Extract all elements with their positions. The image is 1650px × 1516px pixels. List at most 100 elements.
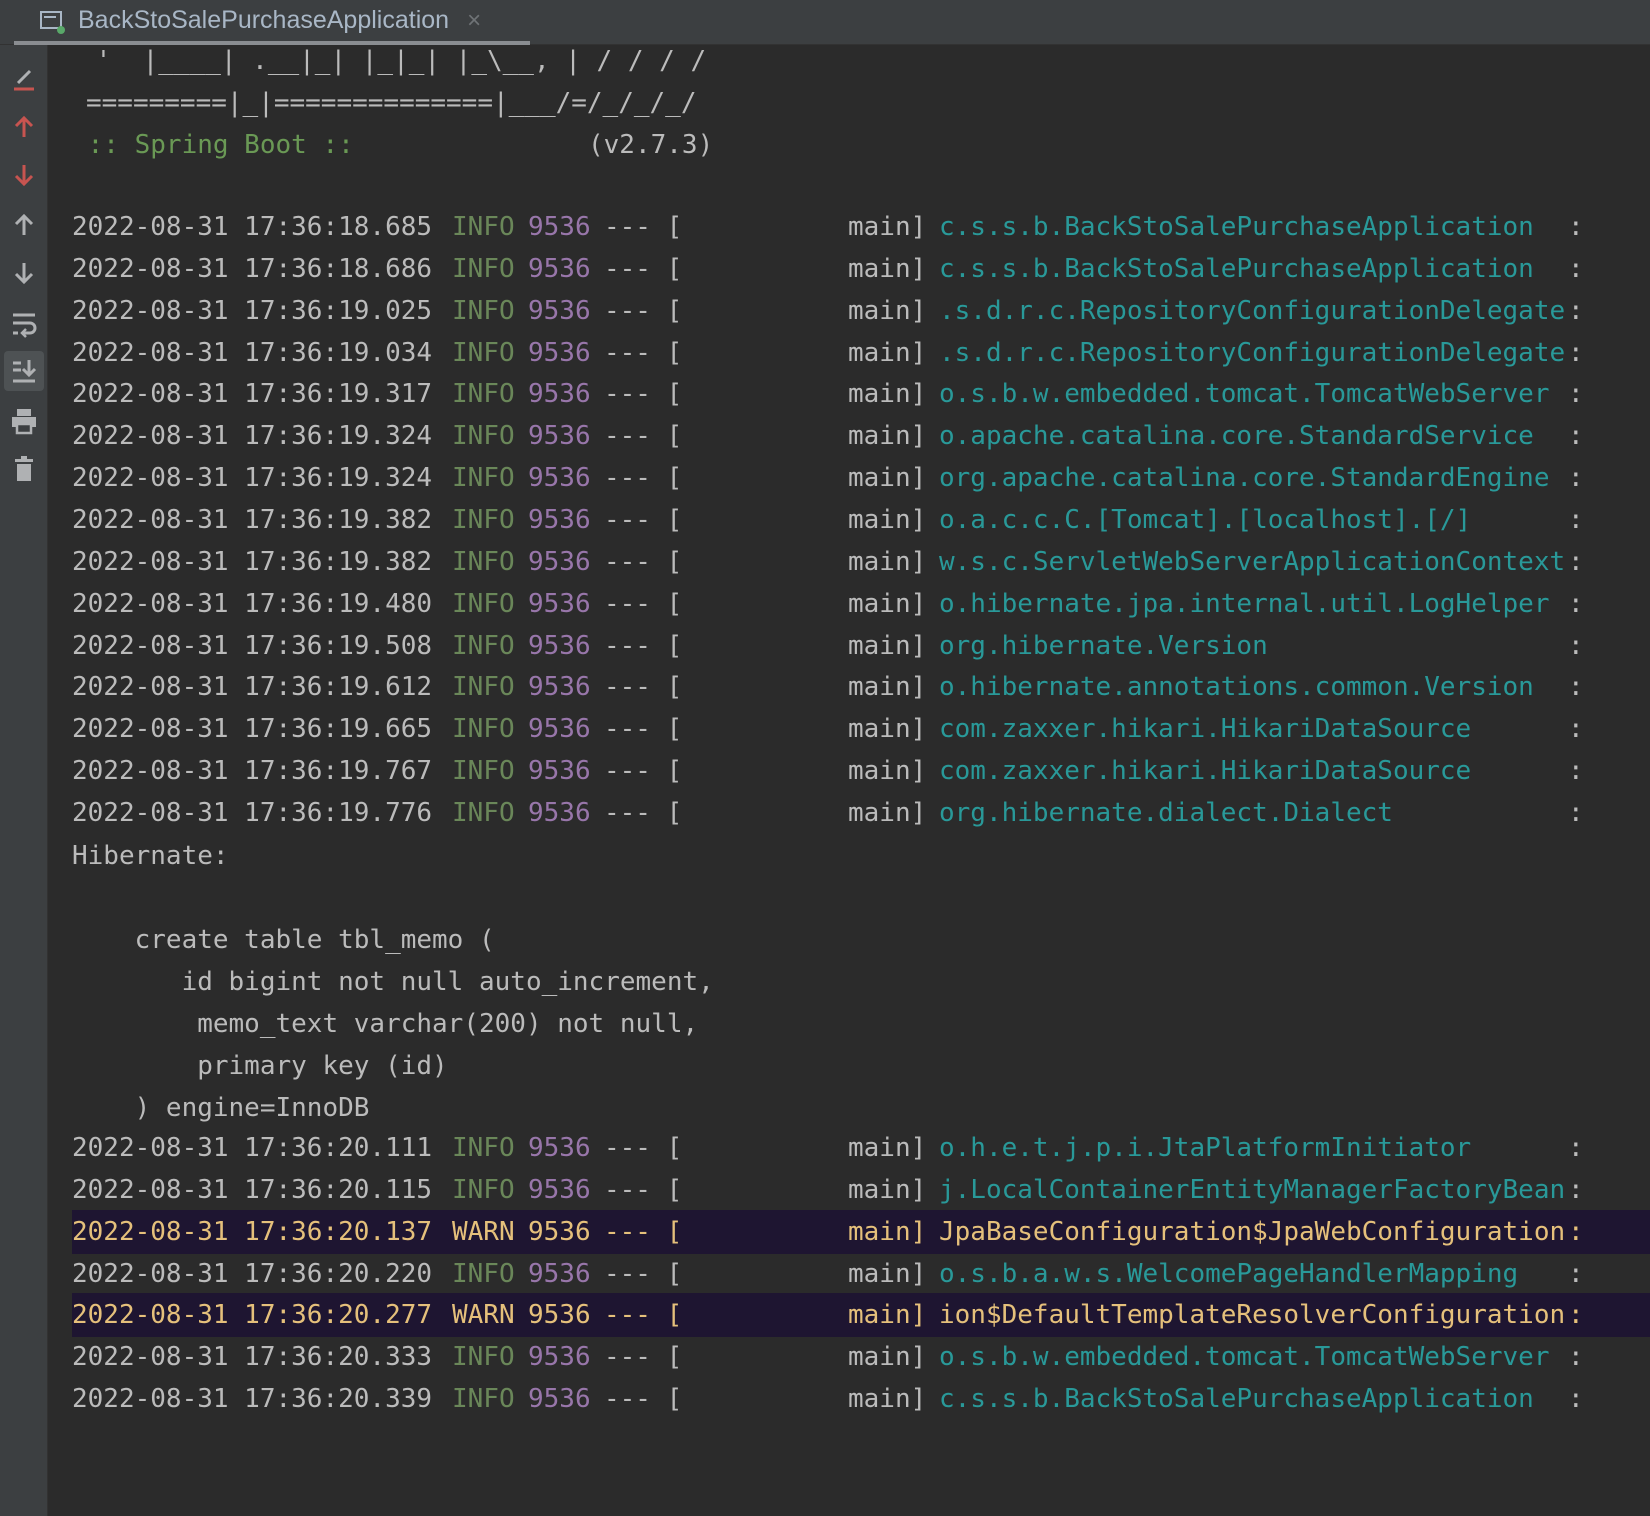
sql-line: create table tbl_memo (: [72, 925, 495, 955]
arrow-down-icon: [14, 263, 34, 285]
log-pid: 9536: [528, 756, 591, 787]
log-separator: --- [: [604, 1258, 683, 1289]
log-pid: 9536: [528, 1133, 591, 1163]
log-timestamp: 2022-08-31 17:36:18.685: [72, 212, 433, 242]
log-thread: main]: [848, 504, 927, 535]
print-icon: [12, 409, 36, 435]
log-pid: 9536: [528, 295, 591, 326]
log-pid: 9536: [528, 212, 591, 242]
previous-occurrence-button[interactable]: [4, 205, 44, 245]
log-level: WARN: [452, 1216, 515, 1247]
log-separator: --- [: [604, 295, 683, 326]
log-separator: --- [: [604, 337, 683, 368]
log-timestamp: 2022-08-31 17:36:19.317: [72, 379, 433, 410]
console-output[interactable]: ' |____| .__|_| |_|_| |_\__, | / / / / =…: [48, 45, 1650, 1516]
log-thread: main]: [848, 672, 927, 703]
log-level: INFO: [452, 379, 515, 410]
delete-button[interactable]: [4, 449, 44, 489]
log-logger: org.apache.catalina.core.StandardEngine: [939, 463, 1550, 494]
log-tail: :: [1568, 1174, 1584, 1205]
log-pid: 9536: [528, 253, 591, 284]
log-tail: :: [1568, 546, 1584, 577]
log-level: INFO: [452, 1133, 515, 1163]
tab-run-console[interactable]: BackStoSalePurchaseApplication ×: [14, 0, 530, 45]
log-timestamp: 2022-08-31 17:36:19.612: [72, 672, 433, 703]
log-timestamp: 2022-08-31 17:36:19.382: [72, 546, 433, 577]
soft-wrap-button[interactable]: [4, 303, 44, 343]
log-tail: :: [1568, 1133, 1584, 1163]
log-tail: :: [1568, 1300, 1584, 1331]
log-timestamp: 2022-08-31 17:36:19.025: [72, 295, 433, 326]
sql-line: primary key (id): [72, 1051, 448, 1081]
log-level: INFO: [452, 630, 515, 661]
up-stack-trace-button[interactable]: [4, 107, 44, 147]
banner-line: ' |____| .__|_| |_|_| |_\__, | / / / /: [72, 45, 707, 83]
spring-boot-label: :: Spring Boot ::: [72, 130, 370, 160]
soft-wrap-icon: [13, 313, 37, 338]
tab-close-icon[interactable]: ×: [467, 8, 481, 33]
spring-boot-version-line: :: Spring Boot :: (v2.7.3): [72, 123, 714, 167]
log-tail: :: [1568, 797, 1584, 828]
log-separator: --- [: [604, 672, 683, 703]
banner-text: ' |____| .__|_| |_|_| |_\__, | / / / /: [80, 46, 707, 76]
log-logger: o.h.e.t.j.p.i.JtaPlatformInitiator: [939, 1133, 1472, 1163]
log-thread: main]: [848, 1216, 927, 1247]
log-separator: --- [: [604, 630, 683, 661]
print-button[interactable]: [4, 401, 44, 441]
up-stack-trace-icon: [14, 115, 34, 137]
next-occurrence-button[interactable]: [4, 253, 44, 293]
log-separator: --- [: [604, 212, 683, 242]
log-thread: main]: [848, 253, 927, 284]
log-timestamp: 2022-08-31 17:36:20.333: [72, 1342, 433, 1373]
log-separator: --- [: [604, 588, 683, 619]
log-timestamp: 2022-08-31 17:36:20.220: [72, 1258, 433, 1289]
log-separator: --- [: [604, 253, 683, 284]
log-tail: :: [1568, 1342, 1584, 1373]
log-row: 2022-08-31 17:36:20.277 WARN 9536 --- [main…: [72, 1293, 1650, 1338]
log-thread: main]: [848, 1342, 927, 1373]
log-thread: main]: [848, 421, 927, 452]
log-thread: main]: [848, 756, 927, 787]
clear-button[interactable]: [4, 59, 44, 99]
log-separator: --- [: [604, 756, 683, 787]
log-level: INFO: [452, 295, 515, 326]
spring-boot-version: (v2.7.3): [588, 130, 714, 160]
scroll-to-end-icon: [13, 360, 37, 383]
log-timestamp: 2022-08-31 17:36:18.686: [72, 253, 433, 284]
log-logger: JpaBaseConfiguration$JpaWebConfiguration: [939, 1216, 1566, 1247]
log-separator: --- [: [604, 546, 683, 577]
log-thread: main]: [848, 714, 927, 745]
log-thread: main]: [848, 295, 927, 326]
sql-line: memo_text varchar(200) not null,: [72, 1009, 699, 1039]
log-logger: o.s.b.a.w.s.WelcomePageHandlerMapping: [939, 1258, 1519, 1289]
clear-icon: [14, 69, 34, 91]
log-thread: main]: [848, 630, 927, 661]
log-logger: o.a.c.c.C.[Tomcat].[localhost].[/]: [939, 504, 1472, 535]
log-level: INFO: [452, 797, 515, 828]
log-logger: .s.d.r.c.RepositoryConfigurationDelegate: [939, 295, 1566, 326]
log-level: INFO: [452, 253, 515, 284]
log-tail: :: [1568, 379, 1584, 410]
log-timestamp: 2022-08-31 17:36:20.115: [72, 1174, 433, 1205]
log-timestamp: 2022-08-31 17:36:19.382: [72, 504, 433, 535]
log-level: INFO: [452, 714, 515, 745]
scroll-to-end-button[interactable]: [4, 351, 44, 391]
log-separator: --- [: [604, 1216, 683, 1247]
log-separator: --- [: [604, 463, 683, 494]
log-tail: :: [1568, 1258, 1584, 1289]
log-logger: .s.d.r.c.RepositoryConfigurationDelegate: [939, 337, 1566, 368]
log-pid: 9536: [528, 504, 591, 535]
log-separator: --- [: [604, 714, 683, 745]
log-timestamp: 2022-08-31 17:36:20.137: [72, 1216, 433, 1247]
log-pid: 9536: [528, 546, 591, 577]
log-separator: --- [: [604, 1133, 683, 1163]
log-level: INFO: [452, 337, 515, 368]
log-level: INFO: [452, 1384, 515, 1415]
log-level: WARN: [452, 1300, 515, 1331]
log-thread: main]: [848, 546, 927, 577]
log-tail: :: [1568, 463, 1584, 494]
log-level: INFO: [452, 212, 515, 242]
log-timestamp: 2022-08-31 17:36:19.776: [72, 797, 433, 828]
down-stack-trace-button[interactable]: [4, 155, 44, 195]
log-logger: com.zaxxer.hikari.HikariDataSource: [939, 756, 1472, 787]
